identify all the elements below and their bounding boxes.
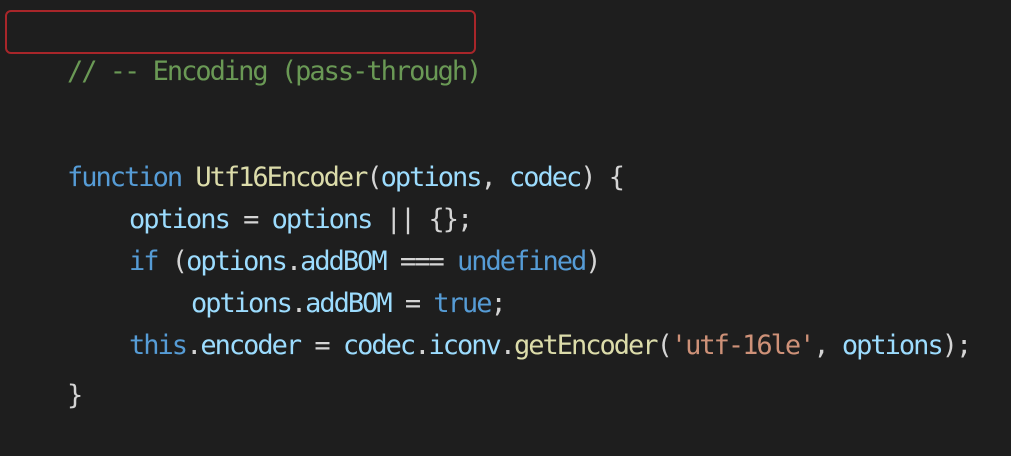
keyword-this: this (129, 330, 188, 361)
string-utf16le: 'utf-16le' (670, 330, 816, 361)
code-line-3: options = options || {}; (72, 160, 473, 235)
assign-op: = (300, 330, 343, 361)
code-line-6: this.encoder = codec.iconv.getEncoder('u… (72, 286, 972, 361)
var-codec: codec (342, 330, 416, 361)
code-line-4: if (options.addBOM === undefined) (72, 202, 602, 277)
code-line-2: function Utf16Encoder(options, codec) { (10, 118, 625, 193)
arg-comma: , (813, 330, 842, 361)
paren-open: ( (656, 330, 673, 361)
method-getencoder: getEncoder (514, 330, 659, 361)
code-line-5: options.addBOM = true; (134, 244, 507, 319)
code-line-1: // -- Encoding (pass-through) (10, 12, 482, 87)
dot: . (499, 330, 516, 361)
dot: . (186, 330, 202, 361)
param-comma: , (480, 162, 509, 193)
code-editor[interactable]: // -- Encoding (pass-through) function U… (0, 0, 1011, 411)
prop-iconv: iconv (428, 330, 501, 361)
arg-options: options (841, 330, 944, 361)
closing-brace: } (67, 380, 83, 411)
paren-close-brace: ) { (580, 162, 625, 193)
comment-text: // -- Encoding (pass-through) (67, 56, 482, 87)
paren-close: ) (585, 246, 601, 277)
paren-close-semicolon: ); (941, 330, 972, 361)
prop-encoder: encoder (200, 330, 302, 361)
code-line-7: } (10, 336, 83, 411)
param-codec: codec (508, 162, 582, 193)
dot: . (414, 330, 430, 361)
